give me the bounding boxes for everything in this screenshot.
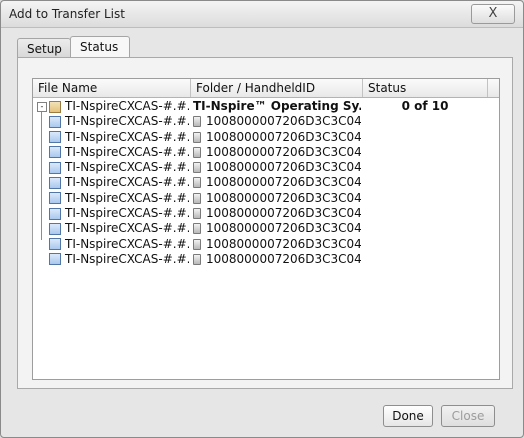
handheld-id: 1008000007206D3C3C04... (206, 175, 361, 190)
title-bar: Add to Transfer List X (1, 1, 523, 28)
root-file-cell: - TI-NspireCXCAS-#.#.#... (37, 99, 189, 114)
file-cell: TI-NspireCXCAS-#.#... (49, 191, 189, 206)
tree-collapse-icon[interactable]: - (37, 101, 47, 112)
root-status-count: 0 of 10 (401, 99, 449, 113)
folder-cell: 1008000007206D3C3C04... (193, 175, 361, 190)
file-cell: TI-NspireCXCAS-#.#... (49, 175, 189, 190)
file-icon (49, 146, 61, 159)
handheld-icon (193, 238, 201, 250)
table-row[interactable]: TI-NspireCXCAS-#.#... 1008000007206D3C3C… (33, 130, 499, 145)
file-cell: TI-NspireCXCAS-#.#... (49, 252, 189, 267)
handheld-icon (193, 146, 201, 158)
table-row[interactable]: TI-NspireCXCAS-#.#... 1008000007206D3C3C… (33, 206, 499, 221)
tab-setup[interactable]: Setup (17, 38, 71, 58)
column-header-file-name[interactable]: File Name (33, 79, 191, 97)
file-name: TI-NspireCXCAS-#.#... (65, 221, 189, 236)
handheld-icon (193, 208, 201, 220)
table-row[interactable]: TI-NspireCXCAS-#.#... 1008000007206D3C3C… (33, 191, 499, 206)
root-file-name: TI-NspireCXCAS-#.#.#... (65, 99, 189, 113)
handheld-id: 1008000007206D3C3C04... (206, 160, 361, 175)
file-icon (49, 207, 61, 220)
handheld-id: 1008000007206D3C3C04... (206, 190, 361, 205)
handheld-id: 1008000007206D3C3C04... (206, 144, 361, 159)
folder-cell: 1008000007206D3C3C04... (193, 114, 361, 129)
folder-cell: 1008000007206D3C3C04... (193, 206, 361, 221)
file-icon (49, 131, 61, 144)
tab-status[interactable]: Status (70, 36, 130, 59)
folder-cell: 1008000007206D3C3C04... (193, 145, 361, 160)
table-row[interactable]: TI-NspireCXCAS-#.#... 1008000007206D3C3C… (33, 221, 499, 236)
handheld-icon (193, 116, 201, 128)
table-row[interactable]: TI-NspireCXCAS-#.#... 1008000007206D3C3C… (33, 252, 499, 267)
handheld-id: 1008000007206D3C3C04... (206, 236, 361, 251)
table-row[interactable]: TI-NspireCXCAS-#.#... 1008000007206D3C3C… (33, 175, 499, 190)
file-name: TI-NspireCXCAS-#.#... (65, 175, 189, 190)
file-cell: TI-NspireCXCAS-#.#... (49, 237, 189, 252)
file-icon (49, 115, 61, 128)
file-name: TI-NspireCXCAS-#.#... (65, 190, 189, 205)
file-name: TI-NspireCXCAS-#.#... (65, 129, 189, 144)
handheld-id: 1008000007206D3C3C04... (206, 251, 361, 266)
handheld-id: 1008000007206D3C3C04... (206, 129, 361, 144)
handheld-icon (193, 177, 201, 189)
handheld-icon (193, 131, 201, 143)
folder-cell: 1008000007206D3C3C04... (193, 221, 361, 236)
handheld-icon (193, 162, 201, 174)
handheld-id: 1008000007206D3C3C04... (206, 221, 361, 236)
table-header: File Name Folder / HandheldID Status (33, 79, 499, 98)
file-name: TI-NspireCXCAS-#.#... (65, 160, 189, 175)
file-cell: TI-NspireCXCAS-#.#... (49, 130, 189, 145)
handheld-id: 1008000007206D3C3C04... (206, 114, 361, 129)
close-icon: X (488, 6, 498, 21)
table-row-root[interactable]: - TI-NspireCXCAS-#.#.#... TI-Nspire™ Oper… (33, 99, 499, 114)
status-panel: File Name Folder / HandheldID Status - TI… (17, 57, 513, 389)
folder-cell: 1008000007206D3C3C04... (193, 237, 361, 252)
dialog-title: Add to Transfer List (9, 7, 125, 21)
file-name: TI-NspireCXCAS-#.#... (65, 144, 189, 159)
root-folder-name: TI-Nspire™ Operating Sy... (193, 99, 361, 113)
table-row[interactable]: TI-NspireCXCAS-#.#... 1008000007206D3C3C… (33, 160, 499, 175)
file-icon (49, 253, 61, 266)
table-row[interactable]: TI-NspireCXCAS-#.#... 1008000007206D3C3C… (33, 114, 499, 129)
file-icon (49, 100, 61, 113)
file-name: TI-NspireCXCAS-#.#... (65, 251, 189, 266)
file-cell: TI-NspireCXCAS-#.#... (49, 114, 189, 129)
file-cell: TI-NspireCXCAS-#.#... (49, 145, 189, 160)
folder-cell: 1008000007206D3C3C04... (193, 191, 361, 206)
table-rows: - TI-NspireCXCAS-#.#.#... TI-Nspire™ Oper… (33, 99, 499, 267)
file-icon (49, 238, 61, 251)
dialog-window: Add to Transfer List X Setup Status File… (0, 0, 524, 438)
file-icon (49, 161, 61, 174)
file-name: TI-NspireCXCAS-#.#... (65, 114, 189, 129)
file-cell: TI-NspireCXCAS-#.#... (49, 160, 189, 175)
file-icon (49, 222, 61, 235)
table-row[interactable]: TI-NspireCXCAS-#.#... 1008000007206D3C3C… (33, 145, 499, 160)
file-name: TI-NspireCXCAS-#.#... (65, 236, 189, 251)
done-button[interactable]: Done (383, 405, 433, 427)
window-close-button[interactable]: X (471, 4, 515, 24)
transfer-table: File Name Folder / HandheldID Status - TI… (32, 78, 500, 380)
handheld-icon (193, 192, 201, 204)
file-icon (49, 176, 61, 189)
file-cell: TI-NspireCXCAS-#.#... (49, 206, 189, 221)
handheld-icon (193, 253, 201, 265)
close-button: Close (441, 405, 495, 427)
file-name: TI-NspireCXCAS-#.#... (65, 206, 189, 221)
handheld-icon (193, 223, 201, 235)
folder-cell: 1008000007206D3C3C04... (193, 160, 361, 175)
table-row[interactable]: TI-NspireCXCAS-#.#... 1008000007206D3C3C… (33, 237, 499, 252)
column-header-status[interactable]: Status (363, 79, 488, 97)
file-icon (49, 192, 61, 205)
folder-cell: 1008000007206D3C3C04... (193, 252, 361, 267)
column-header-folder[interactable]: Folder / HandheldID (191, 79, 363, 97)
file-cell: TI-NspireCXCAS-#.#... (49, 221, 189, 236)
folder-cell: 1008000007206D3C3C04... (193, 130, 361, 145)
handheld-id: 1008000007206D3C3C04... (206, 206, 361, 221)
